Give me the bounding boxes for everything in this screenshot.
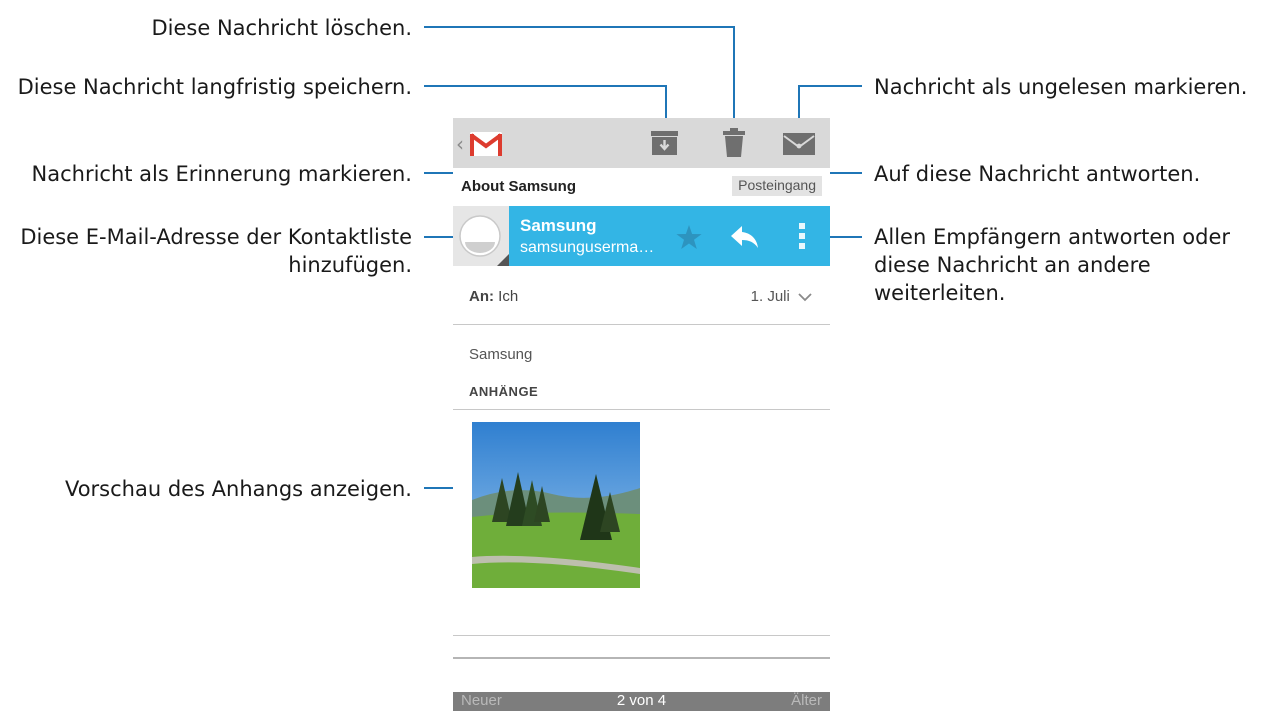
callout-more-line1: Allen Empfängern antworten oder — [874, 225, 1231, 249]
message-counter: 2 von 4 — [616, 692, 667, 709]
envelope-icon[interactable] — [783, 133, 815, 160]
recipient-label: An: Ich — [469, 288, 518, 305]
to-value: Ich — [498, 288, 519, 305]
leader-archive-h — [424, 85, 667, 87]
attachment-thumbnail[interactable] — [472, 422, 640, 588]
date-text: 1. Juli — [750, 288, 790, 305]
divider — [453, 635, 830, 636]
chevron-down-icon — [798, 292, 812, 301]
callout-add-contact-line1: Diese E-Mail-Adresse der Kontaktliste — [20, 225, 412, 249]
contact-avatar-icon[interactable] — [453, 206, 509, 266]
to-label: An: — [469, 288, 494, 305]
trash-icon[interactable] — [723, 128, 745, 162]
callout-more-line3: weiterleiten. — [874, 281, 1006, 305]
callout-preview: Vorschau des Anhangs anzeigen. — [64, 477, 412, 501]
callout-unread: Nachricht als ungelesen markieren. — [874, 75, 1248, 99]
back-chevron-icon[interactable]: ‹ — [456, 132, 464, 156]
callout-add-contact: Diese E-Mail-Adresse der Kontaktliste hi… — [10, 223, 412, 279]
callout-archive: Diese Nachricht langfristig speichern. — [17, 75, 412, 99]
email-body: Samsung — [469, 346, 533, 363]
divider — [453, 657, 830, 659]
older-button[interactable]: Älter — [791, 692, 822, 709]
recipient-row[interactable]: An: Ich 1. Juli — [453, 270, 830, 324]
label-chip[interactable]: Posteingang — [732, 176, 822, 196]
action-bar: ‹ — [453, 118, 830, 168]
callout-more: Allen Empfängern antworten oder diese Na… — [874, 223, 1259, 307]
leader-unread-h — [798, 85, 862, 87]
phone-screen: ‹ About Samsung Posteingang Samsung sams… — [453, 118, 830, 711]
callout-delete: Diese Nachricht löschen. — [151, 16, 412, 40]
sender-name: Samsung — [520, 216, 597, 235]
callout-star: Nachricht als Erinnerung markieren. — [31, 162, 412, 186]
overflow-menu-icon[interactable] — [799, 223, 805, 254]
sender-bar: Samsung samsunguserma… — [453, 206, 830, 266]
email-subject: About Samsung — [461, 178, 576, 195]
sender-address: samsunguserma… — [520, 239, 655, 256]
reply-icon[interactable] — [731, 226, 759, 253]
gmail-icon[interactable] — [468, 126, 504, 165]
archive-icon[interactable] — [651, 131, 678, 160]
leader-delete-h — [424, 26, 735, 28]
newer-button[interactable]: Neuer — [461, 692, 502, 709]
star-icon[interactable] — [676, 225, 702, 255]
bottom-nav-bar: 2 von 4 Neuer Älter — [453, 692, 830, 711]
email-date[interactable]: 1. Juli — [751, 288, 812, 305]
subject-row: About Samsung Posteingang — [453, 174, 830, 202]
callout-reply: Auf diese Nachricht antworten. — [874, 162, 1201, 186]
callout-more-line2: diese Nachricht an andere — [874, 253, 1151, 277]
callout-add-contact-line2: hinzufügen. — [288, 253, 412, 277]
divider — [453, 324, 830, 325]
attachments-title: ANHÄNGE — [469, 384, 539, 399]
divider — [453, 409, 830, 410]
